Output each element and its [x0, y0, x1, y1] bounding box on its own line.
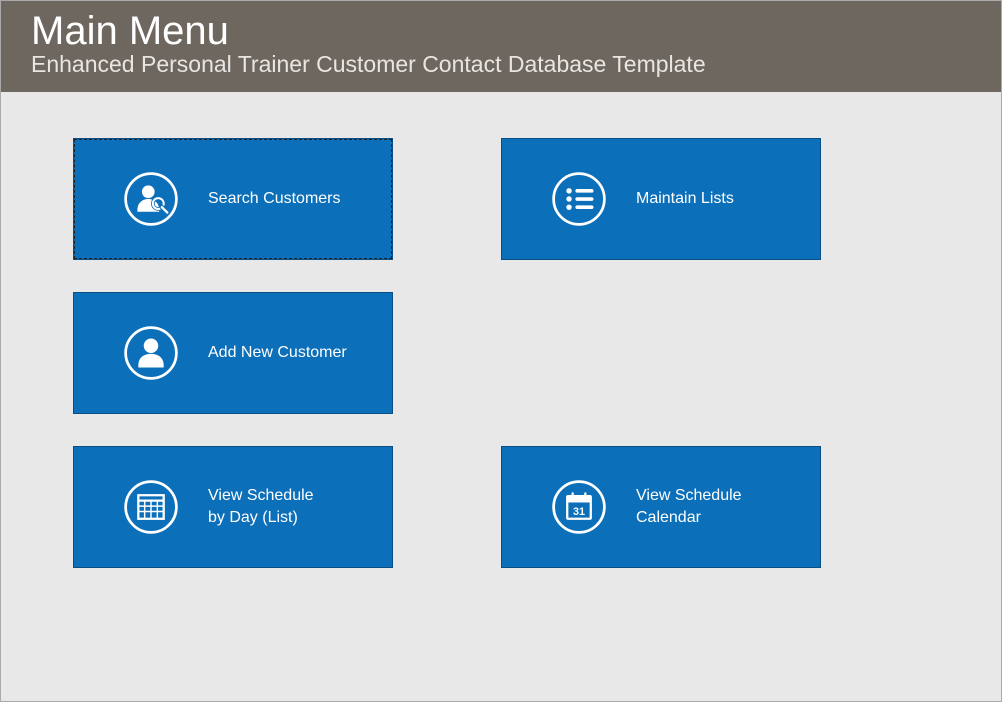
person-add-icon	[122, 324, 180, 382]
date-calendar-icon: 31	[550, 478, 608, 536]
maintain-lists-button[interactable]: Maintain Lists	[501, 138, 821, 260]
person-search-icon	[122, 170, 180, 228]
tile-label: View Schedule by Day (List)	[208, 485, 314, 528]
empty-cell	[501, 292, 821, 414]
page-title: Main Menu	[31, 9, 971, 53]
tile-grid: Search Customers Maintain Lists	[73, 138, 929, 568]
tile-label: Maintain Lists	[636, 188, 734, 210]
page-subtitle: Enhanced Personal Trainer Customer Conta…	[31, 51, 971, 78]
search-customers-button[interactable]: Search Customers	[73, 138, 393, 260]
list-icon	[550, 170, 608, 228]
tile-label: Search Customers	[208, 188, 341, 210]
view-schedule-calendar-button[interactable]: 31 View Schedule Calendar	[501, 446, 821, 568]
content: Search Customers Maintain Lists	[1, 92, 1001, 614]
add-new-customer-button[interactable]: Add New Customer	[73, 292, 393, 414]
svg-text:31: 31	[573, 506, 585, 518]
grid-calendar-icon	[122, 478, 180, 536]
tile-label: Add New Customer	[208, 342, 347, 364]
header: Main Menu Enhanced Personal Trainer Cust…	[1, 1, 1001, 92]
view-schedule-by-day-button[interactable]: View Schedule by Day (List)	[73, 446, 393, 568]
tile-label: View Schedule Calendar	[636, 485, 742, 528]
